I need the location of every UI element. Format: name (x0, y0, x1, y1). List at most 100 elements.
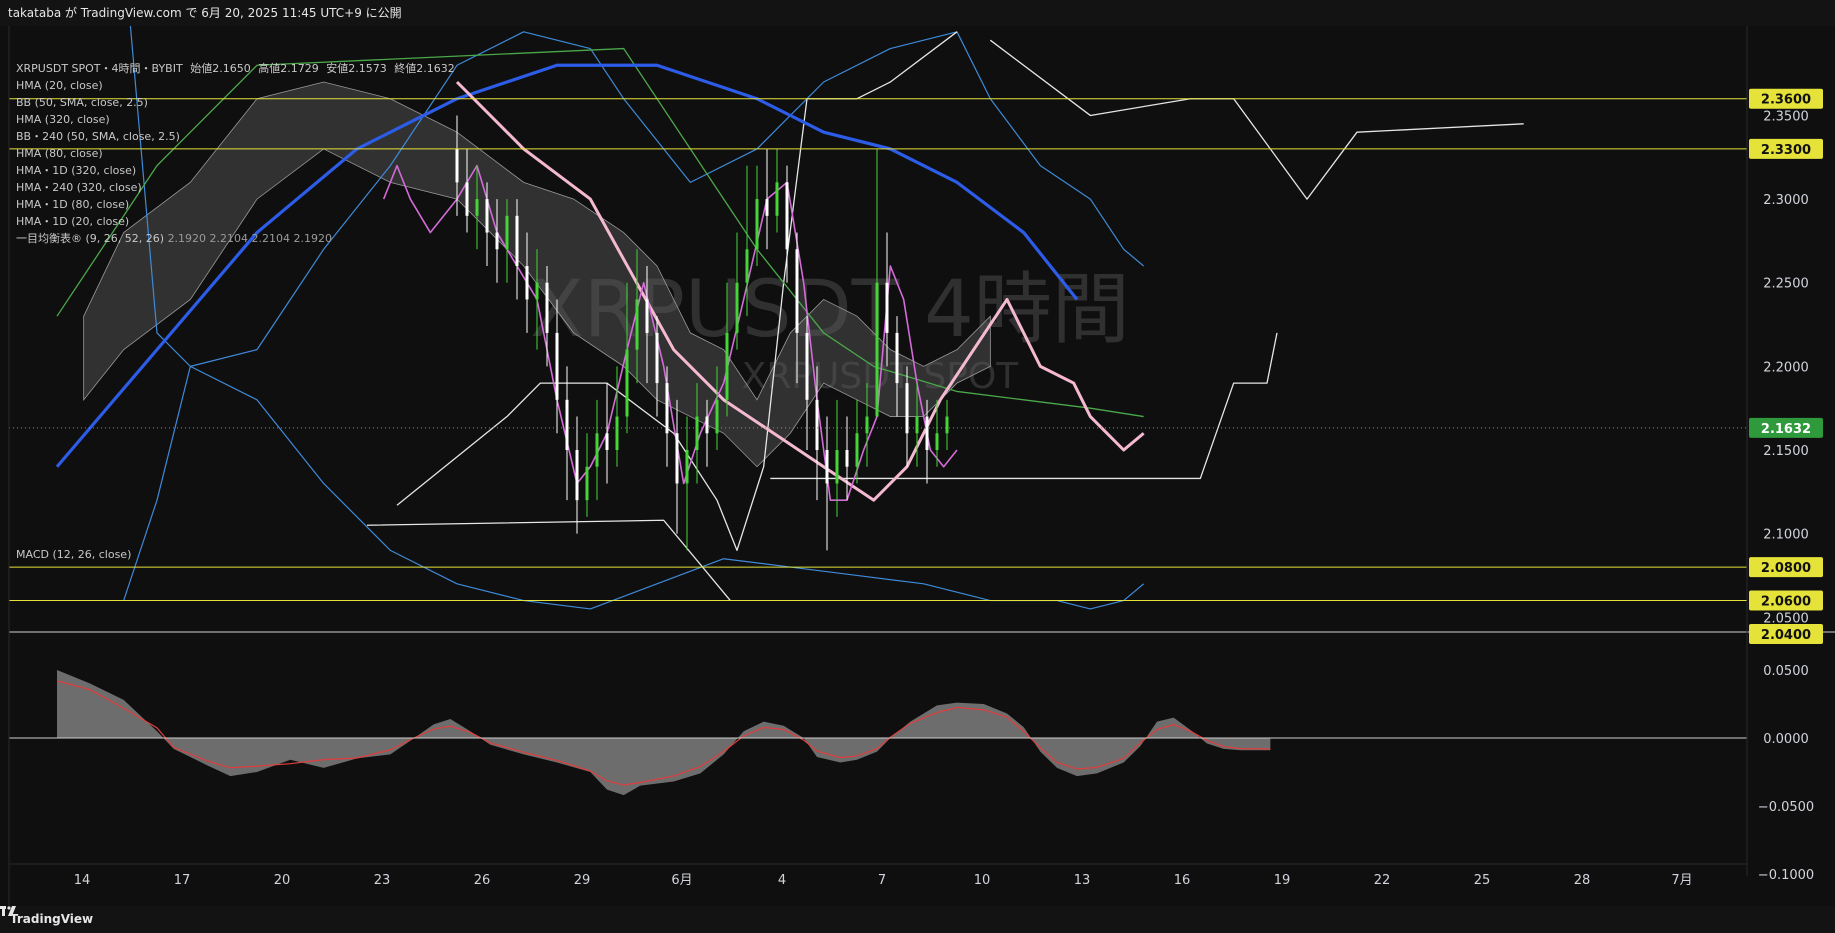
candle-body[interactable] (845, 450, 849, 467)
candle-body[interactable] (495, 232, 499, 250)
candle-body[interactable] (865, 416, 869, 434)
legend-indicator[interactable]: HMA (80, close) (16, 145, 459, 162)
legend-title-row[interactable]: XRPUSDT SPOT・4時間・BYBIT 始値2.1650 高値2.1729… (16, 60, 459, 77)
candle-body[interactable] (875, 282, 879, 417)
ohlc-low: 安値2.1573 (326, 62, 387, 75)
time-tick-label: 19 (1274, 873, 1291, 888)
price-level-tag-label: 2.3600 (1761, 93, 1811, 108)
candle-body[interactable] (705, 416, 709, 434)
legend-indicator[interactable]: BB・240 (50, SMA, close, 2.5) (16, 128, 459, 145)
candle-body[interactable] (735, 282, 739, 333)
ohlc-close: 終値2.1632 (394, 62, 455, 75)
legend-indicator[interactable]: HMA・240 (320, close) (16, 179, 459, 196)
candle-body[interactable] (785, 182, 789, 250)
tradingview-brand: TradingView (10, 912, 94, 926)
candle-body[interactable] (695, 416, 699, 450)
candle-body[interactable] (795, 249, 799, 333)
candle-body[interactable] (755, 199, 759, 250)
indicator-legend: XRPUSDT SPOT・4時間・BYBIT 始値2.1650 高値2.1729… (16, 60, 459, 247)
legend-indicator[interactable]: HMA (20, close) (16, 77, 459, 94)
macd-legend[interactable]: MACD (12, 26, close) (16, 546, 131, 563)
candle-body[interactable] (655, 332, 659, 384)
ichimoku-values: 2.1920 2.2104 2.2104 2.1920 (167, 232, 333, 245)
candle-body[interactable] (625, 349, 629, 417)
candle-body[interactable] (895, 332, 899, 384)
price-tick-label: 2.1500 (1763, 444, 1809, 459)
candle-body[interactable] (935, 433, 939, 450)
time-tick-label: 23 (374, 873, 391, 888)
legend-indicator[interactable]: HMA・1D (320, close) (16, 162, 459, 179)
candle-body[interactable] (615, 416, 619, 450)
candle-body[interactable] (815, 399, 819, 450)
time-tick-label: 20 (274, 873, 291, 888)
time-tick-label: 28 (1574, 873, 1591, 888)
price-level-tag-label: 2.0600 (1761, 595, 1811, 610)
candle-body[interactable] (505, 215, 509, 250)
candle-body[interactable] (685, 450, 689, 484)
candle-body[interactable] (465, 182, 469, 216)
candle-body[interactable] (805, 332, 809, 400)
legend-ichimoku-row[interactable]: 一目均衡表® (9, 26, 52, 26) 2.1920 2.2104 2.2… (16, 230, 459, 247)
candle-body[interactable] (595, 433, 599, 467)
price-tick-label: 2.2500 (1763, 277, 1809, 292)
candle-body[interactable] (605, 433, 609, 450)
candle-body[interactable] (915, 416, 919, 434)
time-tick-label: 10 (974, 873, 991, 888)
candle-body[interactable] (835, 450, 839, 484)
time-tick-label: 26 (474, 873, 491, 888)
price-tick-label: 2.3500 (1763, 109, 1809, 124)
candle-body[interactable] (665, 383, 669, 434)
candle-body[interactable] (515, 215, 519, 266)
candle-body[interactable] (585, 466, 589, 501)
time-tick-label: 22 (1374, 873, 1391, 888)
price-level-tag-label: 2.3300 (1761, 143, 1811, 158)
time-tick-label: 4 (778, 873, 786, 888)
last-price-tag-label: 2.1632 (1761, 422, 1811, 437)
time-tick-label: 17 (174, 873, 191, 888)
candle-body[interactable] (945, 416, 949, 434)
price-level-tag-label: 2.0400 (1761, 628, 1811, 643)
candle-body[interactable] (575, 450, 579, 501)
legend-indicator[interactable]: BB (50, SMA, close, 2.5) (16, 94, 459, 111)
time-tick-label: 6月 (671, 873, 692, 888)
ohlc-open: 始値2.1650 (190, 62, 251, 75)
candle-body[interactable] (535, 282, 539, 300)
legend-indicator[interactable]: HMA・1D (20, close) (16, 213, 459, 230)
time-tick-label: 13 (1074, 873, 1091, 888)
macd-tick-label: −0.0500 (1758, 800, 1814, 815)
candle-body[interactable] (635, 299, 639, 350)
candle-body[interactable] (925, 416, 929, 450)
price-level-tag-label: 2.0800 (1761, 561, 1811, 576)
candle-body[interactable] (765, 199, 769, 216)
candle-body[interactable] (555, 332, 559, 400)
candle-body[interactable] (855, 433, 859, 467)
time-tick-label: 7 (878, 873, 886, 888)
time-tick-label: 25 (1474, 873, 1491, 888)
candle-body[interactable] (545, 282, 549, 333)
candle-body[interactable] (885, 282, 889, 333)
candle-body[interactable] (775, 182, 779, 216)
candle-body[interactable] (565, 399, 569, 450)
symbol-title: XRPUSDT SPOT・4時間・BYBIT (16, 62, 183, 75)
candle-body[interactable] (745, 249, 749, 283)
candle-body[interactable] (675, 433, 679, 484)
chart-area[interactable]: XRPUSDT 4時間 XRPUSDT SPOT 2.3500 2.3000 2.2… (0, 26, 1835, 906)
publish-header: takataba が TradingView.com で 6月 20, 2025… (0, 0, 1835, 26)
macd-tick-label: −0.1000 (1758, 868, 1814, 883)
candle-body[interactable] (475, 199, 479, 216)
candle-body[interactable] (725, 332, 729, 400)
legend-indicator[interactable]: HMA・1D (80, close) (16, 196, 459, 213)
macd-legend-label: MACD (12, 26, close) (16, 548, 132, 561)
time-tick-label: 14 (74, 873, 91, 888)
candle-body[interactable] (525, 266, 529, 300)
macd-tick-label: 0.0000 (1763, 732, 1809, 747)
candle-body[interactable] (485, 199, 489, 233)
ichimoku-label: 一目均衡表® (9, 26, 52, 26) (16, 232, 165, 245)
time-tick-label: 29 (574, 873, 591, 888)
candle-body[interactable] (825, 450, 829, 484)
time-tick-label: 7月 (1671, 873, 1692, 888)
tradingview-footer[interactable]: TradingView (0, 906, 1835, 933)
candle-body[interactable] (645, 299, 649, 333)
legend-indicator[interactable]: HMA (320, close) (16, 111, 459, 128)
candle-body[interactable] (905, 383, 909, 434)
